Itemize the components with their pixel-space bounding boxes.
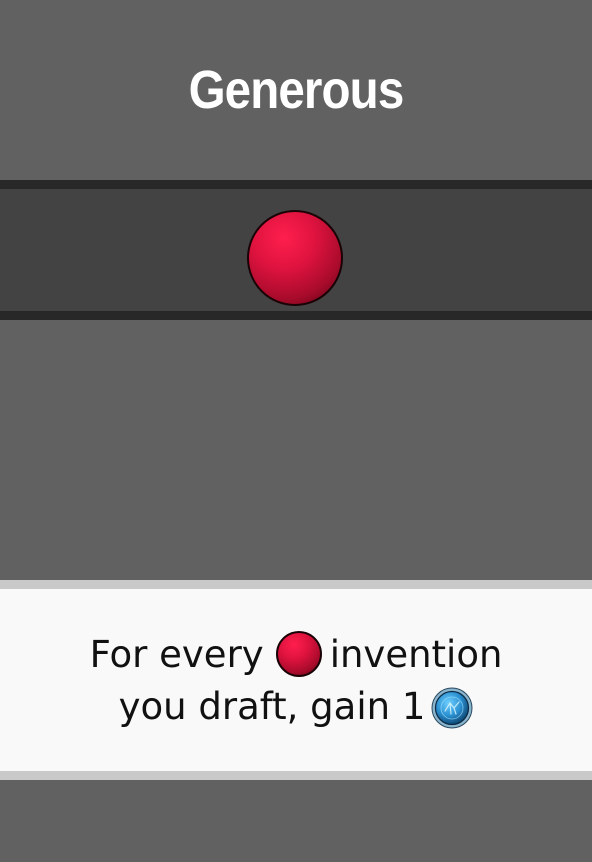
ability-text-gain: you draft, gain 1	[118, 685, 426, 728]
ability-line-1: For every invention	[0, 631, 592, 677]
blue-token-icon	[431, 687, 473, 729]
inline-red-gem-icon	[275, 631, 322, 677]
red-gem-icon	[247, 210, 343, 306]
gem-band-inner	[0, 189, 592, 311]
card[interactable]: Generous For every invention you draft, g…	[0, 0, 592, 862]
card-title: Generous	[188, 60, 405, 120]
gem-band	[0, 180, 592, 320]
ability-text-after: invention	[329, 633, 503, 676]
ability-panel-inner: For every invention you draft, gain 1	[0, 589, 592, 771]
ability-text-before: For every	[89, 633, 264, 676]
ability-line-2: you draft, gain 1	[0, 685, 592, 729]
ability-panel: For every invention you draft, gain 1	[0, 580, 592, 780]
